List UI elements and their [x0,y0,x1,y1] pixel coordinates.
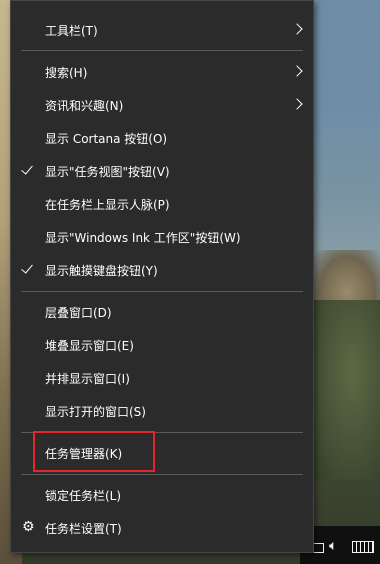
menu-separator [21,474,303,475]
menu-item-show-cortana[interactable]: 显示 Cortana 按钮(O) [11,122,313,154]
menu-item-taskbar-settings[interactable]: ⚙︎ 任务栏设置(T) [11,512,313,544]
menu-item-label: 工具栏(T) [45,23,98,38]
menu-separator [21,50,303,51]
menu-item-stack-windows[interactable]: 堆叠显示窗口(E) [11,329,313,361]
menu-item-label: 任务栏设置(T) [45,521,122,536]
chevron-right-icon [291,65,303,77]
menu-item-search[interactable]: 搜索(H) [11,56,313,88]
menu-item-show-touch-keyboard[interactable]: 显示触摸键盘按钮(Y) [11,254,313,286]
keyboard-icon[interactable] [352,541,374,553]
menu-item-label: 显示触摸键盘按钮(Y) [45,263,158,278]
volume-icon[interactable]: 🔈︎ [329,539,337,553]
checkmark-icon [21,261,33,274]
menu-item-label: 层叠窗口(D) [45,305,112,320]
menu-item-label: 锁定任务栏(L) [45,488,122,503]
taskbar-context-menu: 工具栏(T) 搜索(H) 资讯和兴趣(N) 显示 Cortana 按钮(O) 显… [10,0,314,553]
gear-icon: ⚙︎ [22,519,35,535]
menu-item-label: 显示"任务视图"按钮(V) [45,164,170,179]
menu-item-side-by-side-windows[interactable]: 并排显示窗口(I) [11,362,313,394]
background-shrubs [310,300,380,480]
menu-item-lock-taskbar[interactable]: 锁定任务栏(L) [11,479,313,511]
menu-item-show-task-view[interactable]: 显示"任务视图"按钮(V) [11,155,313,187]
menu-item-label: 显示打开的窗口(S) [45,404,146,419]
chevron-right-icon [291,23,303,35]
menu-item-toolbars[interactable]: 工具栏(T) [11,14,313,46]
highlight-box [33,431,155,472]
menu-item-label: 资讯和兴趣(N) [45,98,124,113]
menu-separator [21,291,303,292]
menu-item-label: 在任务栏上显示人脉(P) [45,197,170,212]
menu-item-label: 搜索(H) [45,65,88,80]
menu-item-show-desktop-windows[interactable]: 显示打开的窗口(S) [11,395,313,427]
menu-item-label: 显示 Cortana 按钮(O) [45,131,168,146]
menu-item-show-people[interactable]: 在任务栏上显示人脉(P) [11,188,313,220]
checkmark-icon [21,162,33,175]
menu-item-label: 显示"Windows Ink 工作区"按钮(W) [45,230,241,245]
menu-item-show-windows-ink[interactable]: 显示"Windows Ink 工作区"按钮(W) [11,221,313,253]
menu-item-cascade-windows[interactable]: 层叠窗口(D) [11,296,313,328]
menu-item-label: 并排显示窗口(I) [45,371,130,386]
menu-item-label: 堆叠显示窗口(E) [45,338,134,353]
menu-item-news-interests[interactable]: 资讯和兴趣(N) [11,89,313,121]
chevron-right-icon [291,98,303,110]
